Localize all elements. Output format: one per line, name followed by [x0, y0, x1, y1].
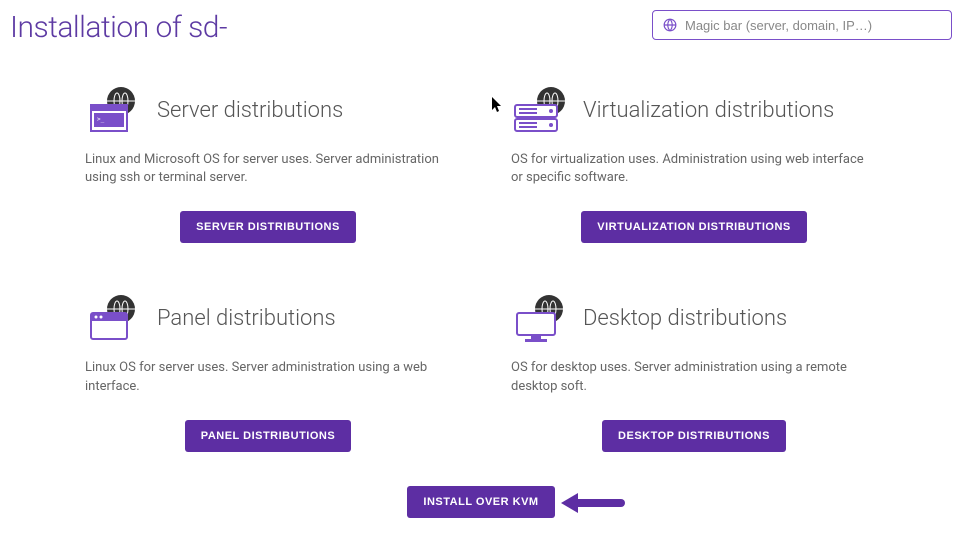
card-title-server: Server distributions — [157, 98, 343, 123]
install-over-kvm-button[interactable]: INSTALL OVER KVM — [407, 486, 554, 518]
cursor-icon — [492, 97, 504, 113]
card-server: >_ Server distributions Linux and Micros… — [85, 85, 451, 243]
globe-icon — [663, 18, 677, 32]
search-input[interactable] — [685, 18, 941, 33]
svg-text:>_: >_ — [97, 116, 105, 123]
card-virtualization: Virtualization distributions OS for virt… — [511, 85, 877, 243]
server-distributions-button[interactable]: SERVER DISTRIBUTIONS — [180, 211, 356, 243]
virtualization-icon — [511, 85, 571, 135]
card-title-panel: Panel distributions — [157, 306, 336, 331]
virtualization-distributions-button[interactable]: VIRTUALIZATION DISTRIBUTIONS — [581, 211, 806, 243]
card-title-virtualization: Virtualization distributions — [583, 98, 834, 123]
card-desc-server: Linux and Microsoft OS for server uses. … — [85, 151, 451, 187]
desktop-icon — [511, 293, 571, 343]
panel-distributions-button[interactable]: PANEL DISTRIBUTIONS — [185, 420, 351, 452]
desktop-distributions-button[interactable]: DESKTOP DISTRIBUTIONS — [602, 420, 786, 452]
card-desktop: Desktop distributions OS for desktop use… — [511, 293, 877, 451]
search-input-wrap[interactable] — [652, 10, 952, 40]
card-title-desktop: Desktop distributions — [583, 306, 787, 331]
page-title: Installation of sd- — [10, 10, 227, 45]
card-desc-panel: Linux OS for server uses. Server adminis… — [85, 359, 451, 395]
card-desc-desktop: OS for desktop uses. Server administrati… — [511, 359, 877, 395]
card-panel: Panel distributions Linux OS for server … — [85, 293, 451, 451]
panel-icon — [85, 293, 145, 343]
card-desc-virtualization: OS for virtualization uses. Administrati… — [511, 151, 877, 187]
arrow-annotation-icon — [556, 488, 626, 522]
server-icon: >_ — [85, 85, 145, 135]
